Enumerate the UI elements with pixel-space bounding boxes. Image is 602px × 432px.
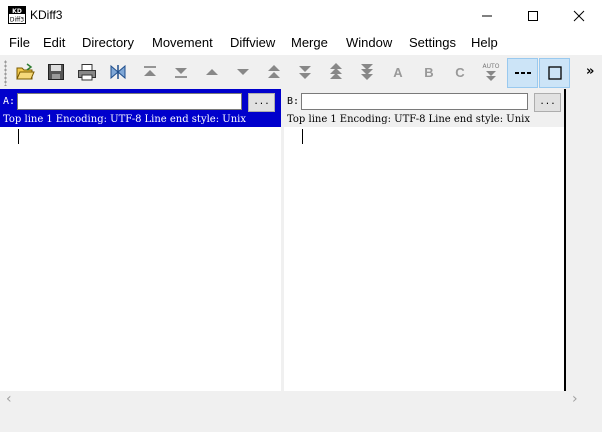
save-icon — [48, 64, 64, 80]
go-bottom-button[interactable] — [169, 60, 193, 84]
split-diff-button[interactable] — [507, 58, 538, 88]
menu-merge[interactable]: Merge — [291, 35, 328, 50]
pane-b-line-end: Line end style: Unix — [428, 114, 530, 125]
pane-a-label: A: — [3, 96, 16, 107]
maximize-button[interactable] — [510, 0, 556, 31]
pane-a-browse-button[interactable]: ... — [248, 93, 275, 112]
pane-b-label: B: — [287, 96, 300, 107]
pane-b-encoding: Encoding: UTF-8 — [339, 114, 426, 125]
pane-a[interactable]: A: ... Top line 1 Encoding: UTF-8 Line end… — [0, 89, 281, 391]
auto-advance-icon — [486, 70, 496, 81]
pane-a-line-end: Line end style: Unix — [144, 114, 246, 125]
print-button[interactable] — [75, 60, 99, 84]
toolbar-overflow-button[interactable]: » — [586, 64, 594, 79]
pane-b-info-bar: Top line 1 Encoding: UTF-8 Line end style:… — [284, 113, 564, 127]
go-next-unsolved-icon — [361, 64, 373, 80]
prev-conflict-button[interactable] — [262, 60, 286, 84]
go-prev-delta-icon — [206, 69, 218, 75]
select-b-icon: B — [424, 64, 434, 80]
pane-b-text-cursor — [302, 129, 303, 144]
scroll-right-icon[interactable]: › — [572, 391, 578, 407]
split-diff-icon — [514, 72, 531, 74]
go-next-delta-icon — [237, 69, 249, 75]
go-next-conflict-icon — [299, 66, 311, 79]
pane-a-text-cursor — [18, 129, 19, 144]
close-button[interactable] — [556, 0, 602, 31]
select-a-button[interactable]: A — [386, 60, 410, 84]
pane-b-header: B: ... — [284, 89, 564, 113]
select-c-icon: C — [455, 64, 465, 80]
pane-a-path-input[interactable] — [17, 93, 242, 110]
go-prev-conflict-icon — [268, 65, 280, 78]
menu-edit[interactable]: Edit — [43, 35, 65, 50]
show-window-icon — [547, 66, 562, 80]
prev-delta-button[interactable] — [200, 60, 224, 84]
go-top-icon — [144, 66, 156, 76]
prev-unsolved-button[interactable] — [324, 60, 348, 84]
open-folder-icon — [16, 63, 35, 80]
menu-help[interactable]: Help — [471, 35, 498, 50]
merge-button[interactable] — [106, 60, 130, 84]
toolbar-grip[interactable] — [4, 60, 7, 86]
pane-b-path-input[interactable] — [301, 93, 528, 110]
pane-b-top-line: Top line 1 — [287, 114, 337, 125]
menu-window[interactable]: Window — [346, 35, 392, 50]
status-bar — [0, 408, 602, 432]
kdiff3-app-icon: KD Diff3 — [8, 6, 26, 24]
next-delta-button[interactable] — [231, 60, 255, 84]
pane-a-encoding: Encoding: UTF-8 — [55, 114, 142, 125]
go-prev-unsolved-icon — [330, 63, 342, 79]
minimize-button[interactable] — [464, 0, 510, 31]
open-button[interactable] — [13, 60, 37, 84]
app-icon-text-top: KD — [12, 8, 22, 15]
menu-bar: File Edit Directory Movement Diffview Me… — [0, 31, 602, 55]
minimize-icon — [482, 15, 492, 16]
print-icon — [78, 64, 96, 81]
horizontal-scrollbar[interactable]: ‹ › — [0, 391, 602, 408]
close-icon — [573, 10, 585, 21]
title-bar: KD Diff3 KDiff3 — [0, 0, 602, 31]
pane-b[interactable]: B: ... Top line 1 Encoding: UTF-8 Line end… — [284, 89, 564, 391]
menu-settings[interactable]: Settings — [409, 35, 456, 50]
next-conflict-button[interactable] — [293, 60, 317, 84]
vertical-scroll-area[interactable] — [566, 89, 602, 391]
scroll-left-icon[interactable]: ‹ — [6, 391, 12, 407]
app-icon-text-bottom: Diff3 — [10, 17, 24, 24]
window-title: KDiff3 — [30, 8, 63, 22]
auto-advance-button[interactable]: AUTO — [479, 60, 503, 84]
pane-a-top-line: Top line 1 — [3, 114, 53, 125]
select-a-icon: A — [393, 64, 403, 80]
maximize-icon — [528, 10, 538, 21]
menu-diffview[interactable]: Diffview — [230, 35, 275, 50]
pane-b-browse-button[interactable]: ... — [534, 93, 561, 112]
go-bottom-icon — [175, 68, 187, 78]
next-unsolved-button[interactable] — [355, 60, 379, 84]
auto-label: AUTO — [482, 62, 500, 70]
select-b-button[interactable]: B — [417, 60, 441, 84]
menu-file[interactable]: File — [9, 35, 30, 50]
select-c-button[interactable]: C — [448, 60, 472, 84]
show-window-button[interactable] — [539, 58, 570, 88]
save-button[interactable] — [44, 60, 68, 84]
toolbar: A B C AUTO — [0, 55, 602, 90]
pane-a-info-bar: Top line 1 Encoding: UTF-8 Line end style:… — [0, 113, 281, 127]
menu-directory[interactable]: Directory — [82, 35, 134, 50]
merge-icon — [110, 64, 126, 80]
go-top-button[interactable] — [138, 60, 162, 84]
menu-movement[interactable]: Movement — [152, 35, 213, 50]
pane-a-header: A: ... — [0, 89, 281, 113]
